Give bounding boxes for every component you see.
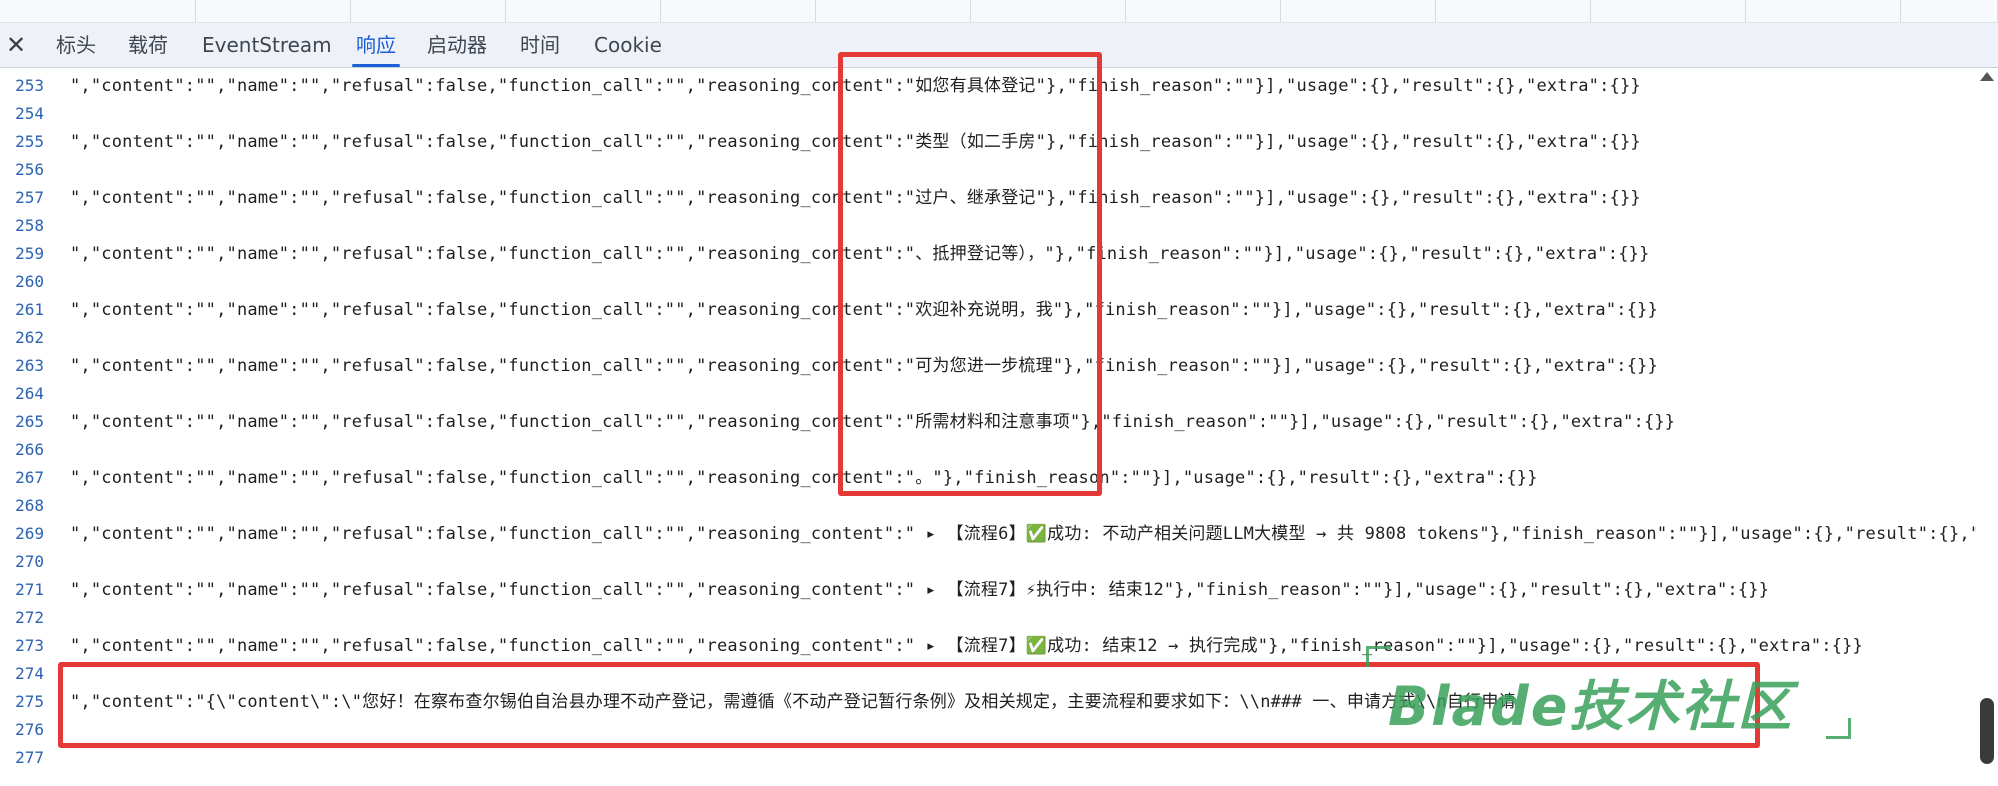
column-divider: [196, 0, 351, 22]
line-number: 275: [15, 692, 44, 711]
code-line: 260: [0, 267, 1976, 297]
code-line: 277: [0, 743, 1976, 773]
column-divider: [1746, 0, 1901, 22]
line-number: 270: [15, 552, 44, 571]
line-number: 256: [15, 160, 44, 179]
code-line: 264: [0, 379, 1976, 409]
line-text: ","content":"","name":"","refusal":false…: [70, 524, 1976, 544]
line-number: 272: [15, 608, 44, 627]
line-text: ","content":"","name":"","refusal":false…: [70, 300, 1659, 320]
watermark-bracket: [1826, 718, 1851, 739]
code-line: 261 ","content":"","name":"","refusal":fa…: [0, 295, 1976, 325]
column-divider: [1126, 0, 1281, 22]
line-number: 265: [15, 412, 44, 431]
column-divider: [971, 0, 1126, 22]
vertical-scrollbar[interactable]: [1976, 68, 1998, 786]
code-line: 253 ","content":"","name":"","refusal":fa…: [0, 71, 1976, 101]
line-number: 267: [15, 468, 44, 487]
tab-eventstream[interactable]: EventStream: [202, 23, 332, 67]
line-text: ","content":"","name":"","refusal":false…: [70, 244, 1650, 264]
line-number: 254: [15, 104, 44, 123]
line-text: ","content":"","name":"","refusal":false…: [70, 188, 1641, 208]
column-divider: [1436, 0, 1591, 22]
line-text: ","content":"","name":"","refusal":false…: [70, 580, 1770, 600]
line-text: ","content":"","name":"","refusal":false…: [70, 356, 1659, 376]
code-line: 255 ","content":"","name":"","refusal":fa…: [0, 127, 1976, 157]
column-divider: [1591, 0, 1746, 22]
code-line: 265 ","content":"","name":"","refusal":fa…: [0, 407, 1976, 437]
code-line: 276: [0, 715, 1976, 745]
code-line: 268: [0, 491, 1976, 521]
tab-response[interactable]: 响应: [352, 23, 400, 67]
tab-cookie[interactable]: Cookie: [594, 23, 662, 67]
column-divider: [351, 0, 506, 22]
column-divider: [661, 0, 816, 22]
close-icon[interactable]: ✕: [4, 31, 28, 59]
line-number: 271: [15, 580, 44, 599]
code-line: 272: [0, 603, 1976, 633]
line-number: 260: [15, 272, 44, 291]
response-code-view[interactable]: 253 ","content":"","name":"","refusal":fa…: [0, 68, 1976, 786]
line-text: ","content":"","name":"","refusal":false…: [70, 412, 1676, 432]
tab-timing[interactable]: 时间: [520, 23, 560, 67]
line-number: 263: [15, 356, 44, 375]
line-number: 266: [15, 440, 44, 459]
line-number: 261: [15, 300, 44, 319]
line-text: ","content":"","name":"","refusal":false…: [70, 76, 1641, 96]
scroll-up-arrow-icon[interactable]: [1980, 72, 1994, 81]
line-number: 255: [15, 132, 44, 151]
line-number: 269: [15, 524, 44, 543]
devtools-tab-bar: ✕ 标头 载荷 EventStream 响应 启动器 时间 Cookie: [0, 23, 1998, 68]
tab-initiator[interactable]: 启动器: [427, 23, 487, 67]
tab-headers[interactable]: 标头: [56, 23, 96, 67]
line-number: 276: [15, 720, 44, 739]
column-divider: [1901, 0, 1998, 22]
code-line: 270: [0, 547, 1976, 577]
code-line: 257 ","content":"","name":"","refusal":fa…: [0, 183, 1976, 213]
line-number: 264: [15, 384, 44, 403]
tab-payload[interactable]: 载荷: [128, 23, 168, 67]
line-text: ","content":"","name":"","refusal":false…: [70, 468, 1538, 488]
code-line: 275 ","content":"{\"content\":\"您好！在察布查尔锡…: [0, 687, 1976, 717]
code-line: 259 ","content":"","name":"","refusal":fa…: [0, 239, 1976, 269]
code-line: 269 ","content":"","name":"","refusal":fa…: [0, 519, 1976, 549]
line-number: 268: [15, 496, 44, 515]
code-line: 266: [0, 435, 1976, 465]
code-line: 274: [0, 659, 1976, 689]
code-line: 271 ","content":"","name":"","refusal":fa…: [0, 575, 1976, 605]
line-number: 258: [15, 216, 44, 235]
column-divider: [0, 0, 196, 22]
line-number: 257: [15, 188, 44, 207]
line-text: ","content":"{\"content\":\"您好！在察布查尔锡伯自治…: [70, 692, 1516, 712]
code-line: 273 ","content":"","name":"","refusal":fa…: [0, 631, 1976, 661]
code-line: 263 ","content":"","name":"","refusal":fa…: [0, 351, 1976, 381]
code-line: 256: [0, 155, 1976, 185]
code-line: 267 ","content":"","name":"","refusal":fa…: [0, 463, 1976, 493]
code-line: 254: [0, 99, 1976, 129]
top-column-strip: [0, 0, 1998, 23]
line-text: ","content":"","name":"","refusal":false…: [70, 636, 1863, 656]
line-number: 259: [15, 244, 44, 263]
line-number: 262: [15, 328, 44, 347]
scrollbar-thumb[interactable]: [1980, 698, 1994, 764]
code-line: 258: [0, 211, 1976, 241]
watermark-bracket: [1366, 646, 1391, 667]
code-line: 262: [0, 323, 1976, 353]
line-number: 277: [15, 748, 44, 767]
line-number: 273: [15, 636, 44, 655]
line-number: 274: [15, 664, 44, 683]
line-text: ","content":"","name":"","refusal":false…: [70, 132, 1641, 152]
column-divider: [506, 0, 661, 22]
line-number: 253: [15, 76, 44, 95]
column-divider: [816, 0, 971, 22]
column-divider: [1281, 0, 1436, 22]
